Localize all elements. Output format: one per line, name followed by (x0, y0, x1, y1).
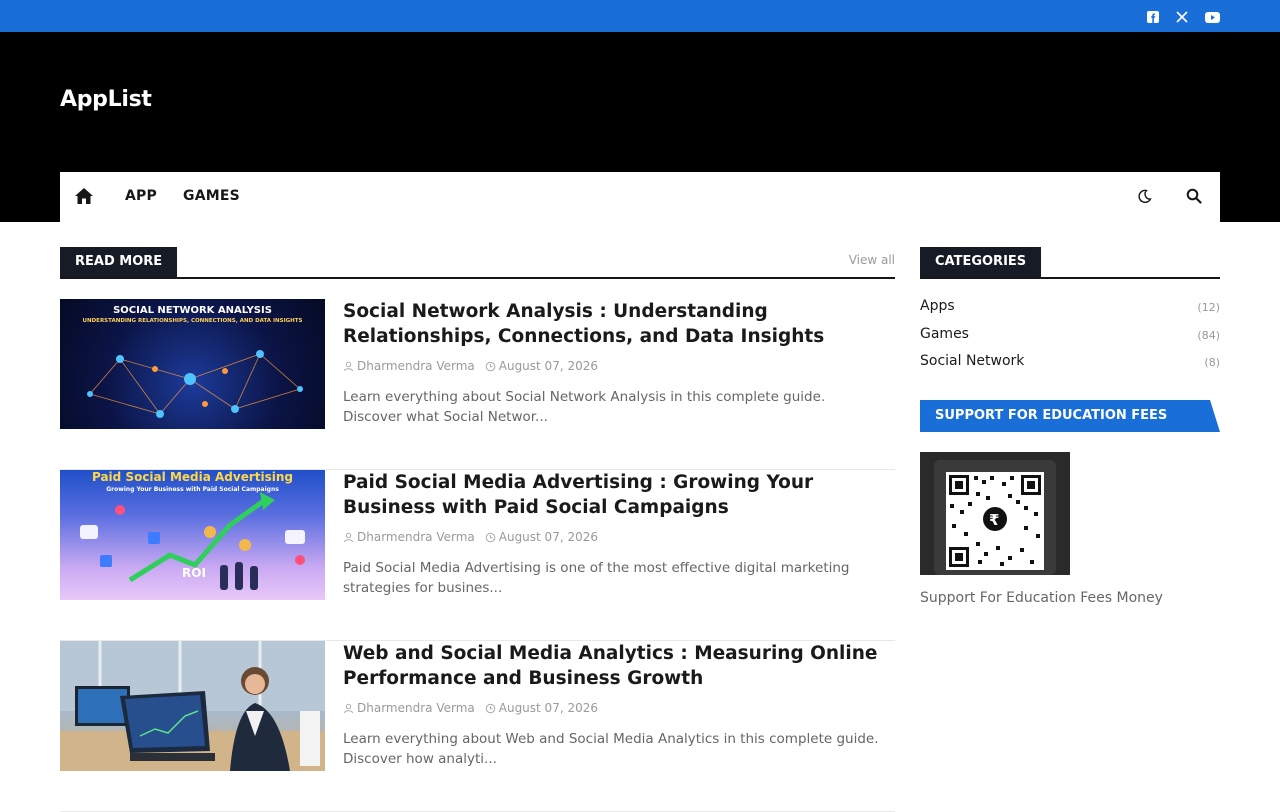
post-item: Web and Social Media Analytics : Measuri… (60, 641, 895, 812)
nav-item-app[interactable]: APP (125, 188, 157, 204)
section-title: READ MORE (60, 247, 178, 277)
clock-icon (485, 361, 496, 371)
category-item-games[interactable]: Games (84) (920, 326, 1220, 354)
nav-item-games[interactable]: GAMES (183, 188, 240, 204)
post-author[interactable]: Dharmendra Verma (357, 359, 475, 373)
post-meta: Dharmendra Verma August 07, 2026 (343, 701, 598, 715)
support-section-header: SUPPORT FOR EDUCATION FEES MONEY (920, 400, 1220, 432)
post-title[interactable]: Social Network Analysis : Understanding … (343, 299, 898, 349)
post-author[interactable]: Dharmendra Verma (357, 530, 475, 544)
thumbnail-subtitle: Growing Your Business with Paid Social C… (106, 486, 279, 493)
dark-mode-icon[interactable] (1137, 188, 1155, 206)
post-title[interactable]: Paid Social Media Advertising : Growing … (343, 470, 898, 520)
post-thumbnail[interactable] (60, 641, 325, 771)
thumbnail-title: SOCIAL NETWORK ANALYSIS (113, 305, 272, 316)
site-logo[interactable]: AppList (60, 87, 152, 112)
thumbnail-title: Paid Social Media Advertising (91, 470, 293, 484)
category-item-social-network[interactable]: Social Network (8) (920, 353, 1220, 381)
post-thumbnail[interactable]: ROI Paid Social Media Advertising Growin… (60, 470, 325, 600)
support-title: SUPPORT FOR EDUCATION FEES MONEY (935, 408, 1168, 423)
category-count: (8) (1204, 356, 1220, 369)
post-author[interactable]: Dharmendra Verma (357, 701, 475, 715)
user-icon (344, 361, 353, 371)
post-meta: Dharmendra Verma August 07, 2026 (343, 530, 598, 544)
view-all-link[interactable]: View all (849, 253, 895, 267)
clock-icon (485, 703, 496, 713)
categories-section-header: CATEGORIES (920, 247, 1220, 279)
search-icon[interactable] (1186, 188, 1204, 206)
youtube-icon[interactable] (1205, 8, 1221, 23)
post-date: August 07, 2026 (498, 359, 598, 373)
category-count: (12) (1197, 301, 1220, 314)
home-icon[interactable] (74, 186, 96, 208)
post-item: SOCIAL NETWORK ANALYSIS UNDERSTANDING RE… (60, 299, 895, 470)
post-title[interactable]: Web and Social Media Analytics : Measuri… (343, 641, 898, 691)
category-label[interactable]: Social Network (920, 353, 1024, 369)
category-count: (84) (1197, 328, 1220, 342)
svg-text:ROI: ROI (182, 566, 206, 580)
svg-text:₹: ₹ (989, 511, 999, 529)
category-label[interactable]: Games (920, 326, 969, 342)
user-icon (344, 703, 353, 713)
category-item-apps[interactable]: Apps (12) (920, 298, 1220, 326)
categories-title: CATEGORIES (920, 247, 1042, 277)
post-thumbnail[interactable]: SOCIAL NETWORK ANALYSIS UNDERSTANDING RE… (60, 299, 325, 429)
post-meta: Dharmendra Verma August 07, 2026 (343, 359, 598, 373)
post-date: August 07, 2026 (498, 530, 598, 544)
top-bar (0, 0, 1280, 32)
post-excerpt: Learn everything about Social Network An… (343, 389, 826, 425)
site-header: AppList APP GAMES (0, 32, 1280, 222)
support-caption: Support For Education Fees Money (920, 590, 1163, 606)
category-list: Apps (12) Games (84) Social Network (8) (920, 298, 1220, 381)
read-more-section-header: READ MORE View all (60, 247, 895, 279)
post-item: ROI Paid Social Media Advertising Growin… (60, 470, 895, 641)
post-excerpt: Learn everything about Web and Social Me… (343, 731, 879, 767)
clock-icon (485, 532, 496, 542)
user-icon (344, 532, 353, 542)
post-excerpt: Paid Social Media Advertising is one of … (343, 560, 850, 596)
facebook-icon[interactable] (1147, 8, 1161, 23)
post-date: August 07, 2026 (498, 701, 598, 715)
main-nav: APP GAMES (60, 172, 1220, 222)
thumbnail-subtitle: UNDERSTANDING RELATIONSHIPS, CONNECTIONS… (82, 318, 303, 324)
category-label[interactable]: Apps (920, 298, 955, 314)
x-icon[interactable] (1176, 8, 1190, 23)
qr-code-image[interactable]: ₹ (920, 452, 1070, 575)
